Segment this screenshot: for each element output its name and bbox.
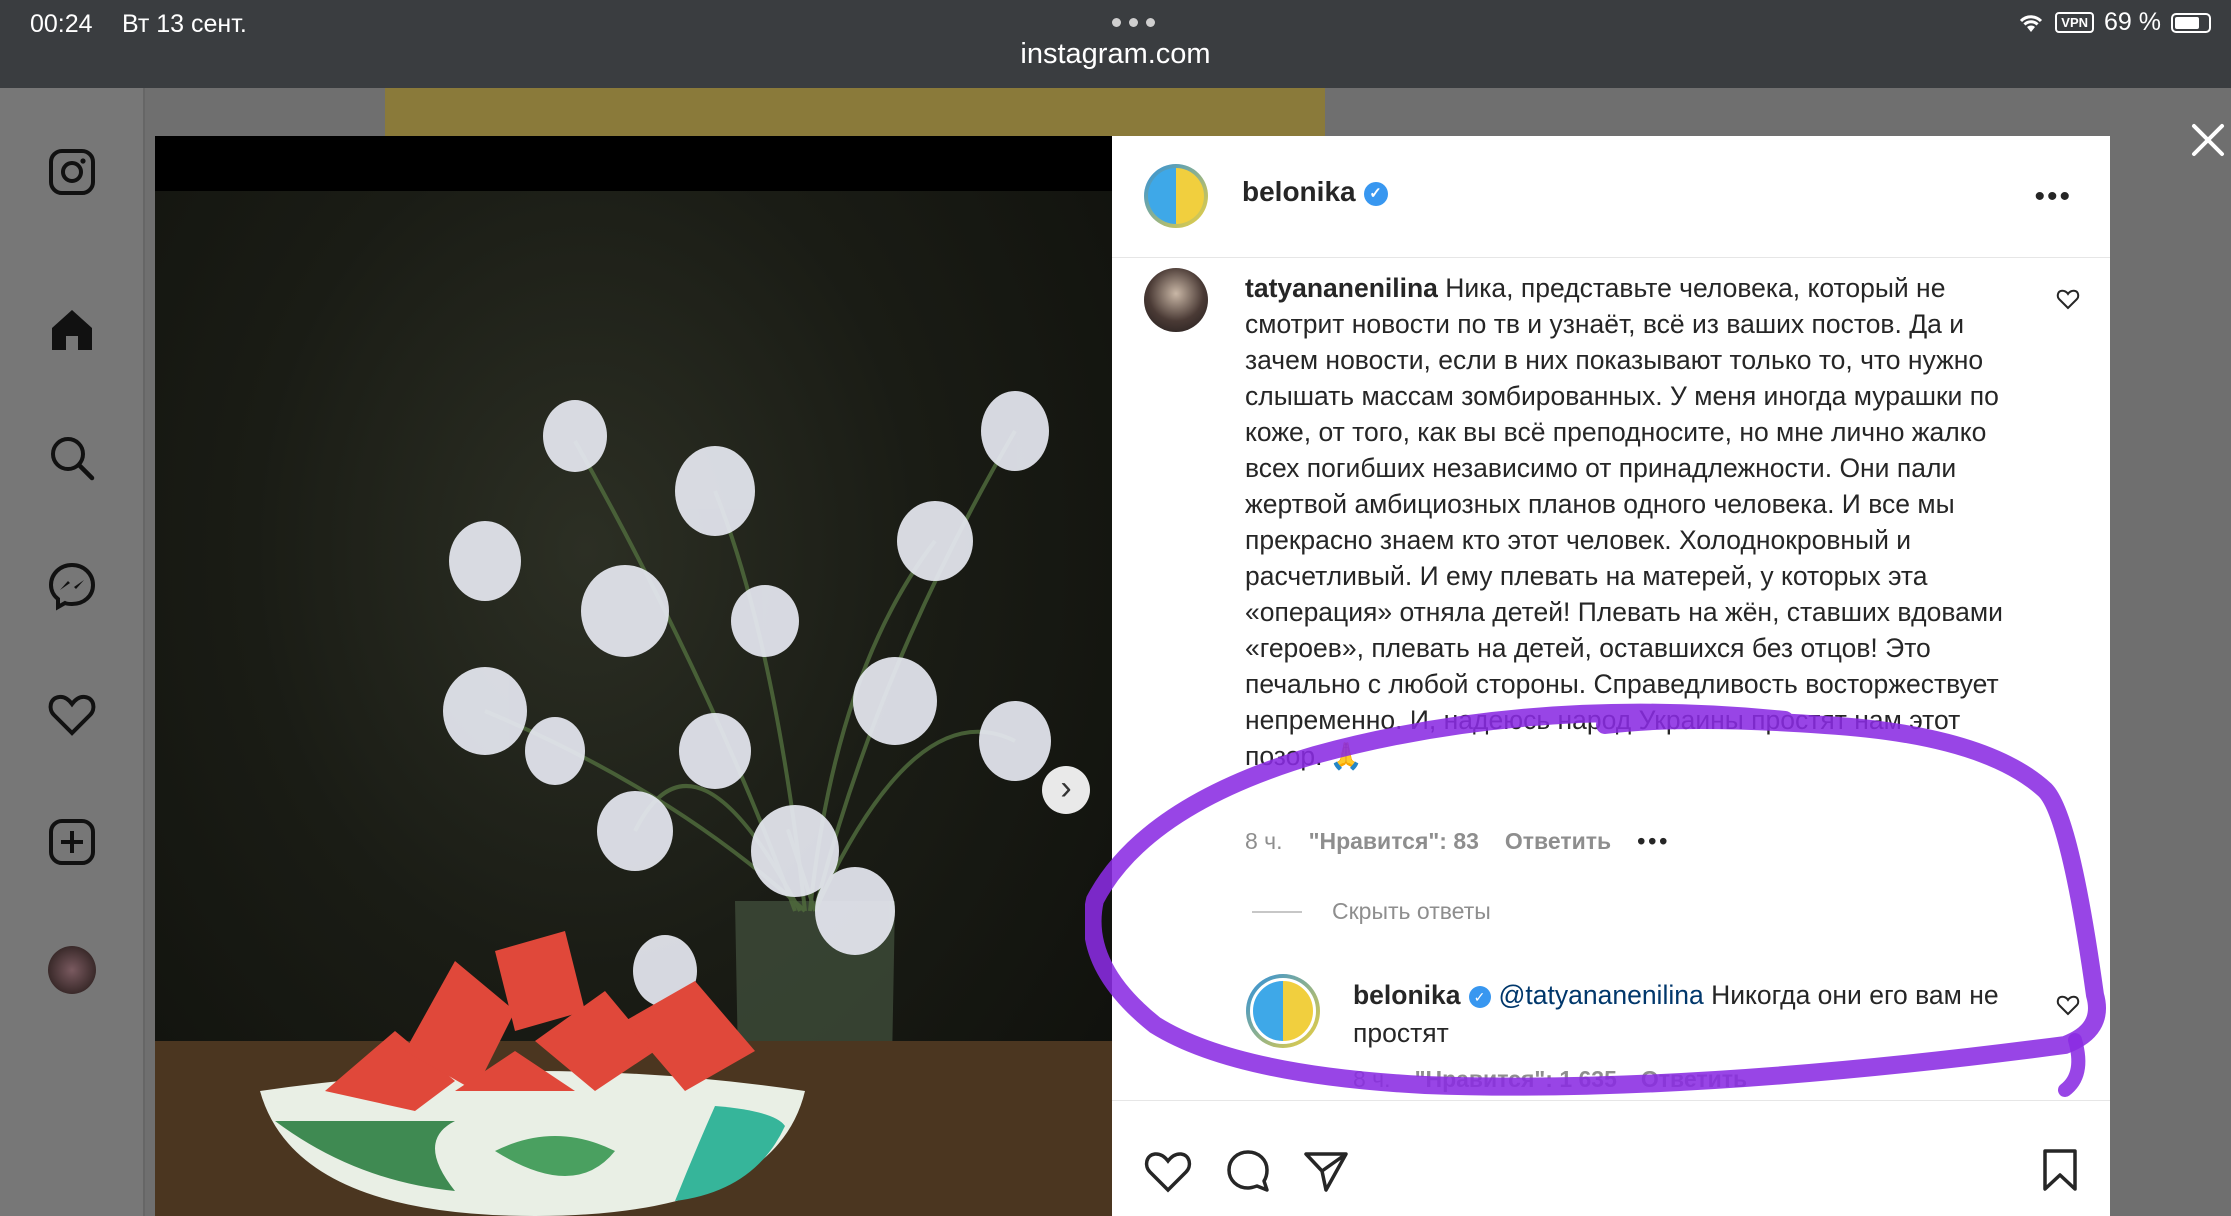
battery-icon [2171, 12, 2211, 33]
reply-likes[interactable]: "Нравится": 1 635 [1415, 1066, 1617, 1093]
multitasking-dots-icon[interactable] [1112, 18, 1156, 27]
screen: 00:24 Вт 13 сент. instagram.com VPN 69 % [0, 0, 2231, 1216]
battery-percent: 69 % [2104, 8, 2161, 36]
more-options-icon[interactable]: ••• [2034, 180, 2072, 214]
flowers-watermelon-photo [155, 191, 1112, 1216]
hide-replies-button[interactable]: Скрыть ответы [1252, 898, 1491, 925]
verified-icon: ✓ [1468, 986, 1491, 1008]
reply-meta: 8 ч. "Нравится": 1 635 Ответить [1353, 1066, 1747, 1093]
instagram-sidebar [0, 88, 145, 1216]
next-photo-button[interactable]: › [1042, 766, 1090, 814]
comments-panel: belonika ✓ ••• tatyananenilina Ника, пред… [1112, 136, 2110, 1216]
commenter-avatar[interactable] [1144, 268, 1208, 332]
status-indicators: VPN 69 % [2017, 8, 2211, 37]
comment-body: Ника, представьте человека, который не с… [1245, 273, 2003, 771]
reply-reply-button[interactable]: Ответить [1641, 1066, 1747, 1093]
reply-text: belonika ✓ @tatyananenilina Никогда они ег… [1353, 976, 2033, 1052]
like-icon[interactable] [1144, 1149, 1192, 1193]
comment-text: tatyananenilina Ника, представьте челове… [1245, 270, 2035, 774]
instagram-logo-icon[interactable] [46, 146, 98, 198]
home-icon[interactable] [46, 304, 98, 356]
reply-avatar[interactable] [1246, 974, 1320, 1048]
post-photo: › [155, 136, 1112, 1216]
messenger-icon[interactable] [46, 560, 98, 612]
post-header: belonika ✓ ••• [1112, 136, 2110, 258]
status-time: 00:24 [30, 10, 93, 38]
heart-icon[interactable] [46, 688, 98, 740]
hide-replies-label: Скрыть ответы [1332, 898, 1491, 924]
status-bar: 00:24 Вт 13 сент. instagram.com VPN 69 % [0, 0, 2231, 88]
reply-mention[interactable]: @tatyananenilina [1499, 980, 1704, 1010]
verified-icon: ✓ [1363, 181, 1388, 206]
vpn-badge: VPN [2055, 12, 2095, 33]
save-bookmark-icon[interactable] [2040, 1147, 2080, 1193]
profile-avatar[interactable] [48, 946, 96, 994]
comment-time: 8 ч. [1245, 828, 1283, 854]
like-comment-icon[interactable] [2056, 287, 2080, 311]
comment-icon[interactable] [1224, 1147, 1272, 1195]
reply-username[interactable]: belonika [1353, 980, 1461, 1010]
reply-time: 8 ч. [1353, 1066, 1391, 1092]
post-actions-bar [1112, 1100, 2110, 1216]
reply-button[interactable]: Ответить [1505, 828, 1611, 855]
comment-meta: 8 ч. "Нравится": 83 Ответить ••• [1245, 828, 1670, 855]
author-avatar[interactable] [1144, 164, 1208, 228]
comment-more-icon[interactable]: ••• [1637, 828, 1670, 855]
share-icon[interactable] [1302, 1147, 1350, 1195]
wifi-icon [2020, 14, 2043, 32]
close-icon[interactable] [2190, 122, 2226, 158]
commenter-username[interactable]: tatyananenilina [1245, 273, 1438, 303]
new-post-icon[interactable] [46, 816, 98, 868]
search-icon[interactable] [46, 432, 98, 484]
status-date: Вт 13 сент. [122, 10, 247, 38]
like-reply-icon[interactable] [2056, 993, 2080, 1017]
background-feed-image [385, 88, 1325, 138]
address-bar[interactable]: instagram.com [0, 38, 2231, 71]
comment-likes[interactable]: "Нравится": 83 [1309, 828, 1479, 855]
author-username[interactable]: belonika ✓ [1242, 176, 1388, 208]
